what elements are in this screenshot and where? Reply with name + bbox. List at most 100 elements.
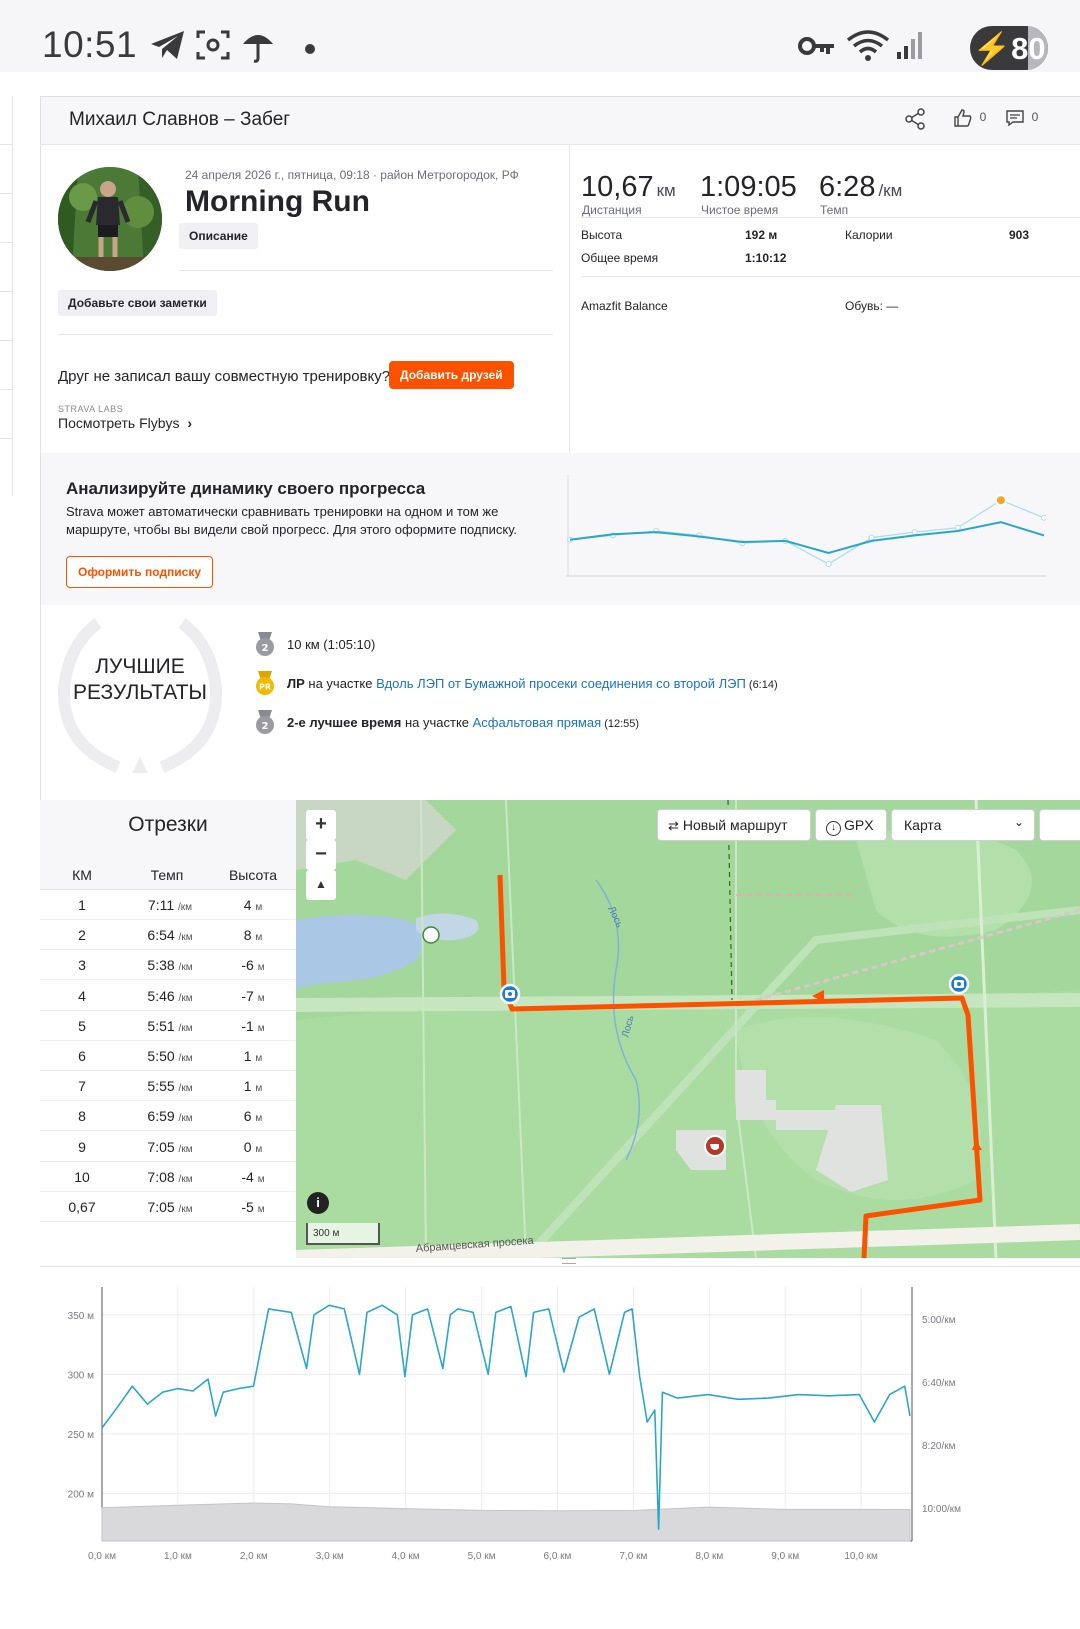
info-icon[interactable]: i xyxy=(307,1192,329,1214)
distance-label: Дистанция xyxy=(582,203,642,217)
moving-time-label: Чистое время xyxy=(701,203,779,217)
profile-chart-canvas: 0,0 км 1,0 км 2,0 км 3,0 км 4,0 км 5,0 км 6,0 … xyxy=(68,1287,961,1562)
pr-medal-icon: PR xyxy=(253,669,277,700)
split-row[interactable]: 6 5:50 /км 1 м xyxy=(40,1041,296,1071)
progress-upsell: Анализируйте динамику своего прогресса S… xyxy=(41,453,1080,605)
split-row[interactable]: 0,67 7:05 /км -5 м xyxy=(40,1192,296,1222)
new-route-button[interactable]: ⇄ Новый маршрут xyxy=(657,809,811,841)
split-elevation: -4 м xyxy=(241,1168,265,1185)
svg-text:2: 2 xyxy=(262,721,269,732)
compass-button[interactable]: ▲ xyxy=(306,870,336,900)
split-km: 4 xyxy=(78,987,86,1004)
map-type-select[interactable]: Карта ⌄ xyxy=(891,809,1035,841)
wifi-icon xyxy=(846,30,890,67)
split-row[interactable]: 10 7:08 /км -4 м xyxy=(40,1162,296,1192)
trend-highlight-point xyxy=(994,494,1007,507)
kudos-count: 0 xyxy=(979,110,987,125)
activity-title: Morning Run xyxy=(185,185,370,218)
svg-text:PR: PR xyxy=(259,683,271,692)
split-row[interactable]: 2 6:54 /км 8 м xyxy=(40,920,296,951)
photo-marker-icon[interactable] xyxy=(499,983,521,1005)
split-row[interactable]: 5 5:51 /км -1 м xyxy=(40,1011,296,1041)
split-elevation: 1 м xyxy=(243,1078,263,1095)
split-pace: 5:38 /км xyxy=(147,957,193,974)
screenshot-icon xyxy=(195,28,231,67)
comments-button[interactable]: 0 xyxy=(1005,108,1038,128)
trend-point xyxy=(825,561,832,567)
zoom-in-button[interactable]: + xyxy=(306,810,336,840)
subscribe-button[interactable]: Оформить подписку xyxy=(66,556,214,588)
split-row[interactable]: 3 5:38 /км -6 м xyxy=(40,950,296,981)
elapsed-time-label: Общее время xyxy=(581,251,659,265)
best-results-title: ЛУЧШИЕ РЕЗУЛЬТАТЫ xyxy=(72,655,208,704)
flybys-link[interactable]: Посмотреть Flybys › xyxy=(58,415,192,431)
elevation-pace-chart[interactable]: 0,0 км 1,0 км 2,0 км 3,0 км 4,0 км 5,0 км 6,0 … xyxy=(40,1258,1080,1629)
segment-link[interactable]: Вдоль ЛЭП от Бумажной просеки соединения… xyxy=(376,676,746,691)
y2-tick-label: 6:40/км xyxy=(922,1378,956,1389)
map-scale: 300 м xyxy=(306,1223,380,1245)
notification-dot-icon xyxy=(305,44,315,54)
x-tick-label: 5,0 км xyxy=(468,1551,496,1562)
col-pace: Темп xyxy=(150,867,184,883)
split-km: 9 xyxy=(78,1138,86,1155)
splits-panel: Отрезки КМ Темп Высота 1 7:11 /км 4 м 2 6:54… xyxy=(40,800,296,1258)
clock: 10:51 xyxy=(42,24,138,65)
chevron-down-icon: ⌄ xyxy=(1013,815,1024,829)
svg-text:2: 2 xyxy=(262,643,269,654)
vpn-key-icon xyxy=(798,34,836,63)
elevation-area xyxy=(101,1502,911,1542)
y-tick-label: 200 м xyxy=(68,1489,94,1500)
split-km: 3 xyxy=(78,957,86,974)
left-panel-edge xyxy=(0,96,13,496)
viewpoint-icon[interactable] xyxy=(422,926,440,944)
add-friends-button[interactable]: Добавить друзей xyxy=(389,361,514,389)
kudos-button[interactable]: 0 xyxy=(953,108,986,128)
split-pace: 5:46 /км xyxy=(147,987,193,1004)
route-map[interactable]: Лось Лось Абрамцевская просека + − ▲ ⇄ Но… xyxy=(296,800,1080,1258)
add-notes-chip[interactable]: Добавьте свои заметки xyxy=(58,290,217,316)
split-km: 6 xyxy=(78,1048,86,1064)
split-elevation: 0 м xyxy=(243,1138,263,1155)
segment-link[interactable]: Асфальтовая прямая xyxy=(473,715,602,730)
split-pace: 7:05 /км xyxy=(147,1138,193,1155)
trend-point xyxy=(868,534,875,541)
photo-marker-icon[interactable] xyxy=(948,973,970,995)
gpx-button[interactable]: ↓ GPX xyxy=(815,809,887,841)
split-km: 8 xyxy=(78,1108,86,1125)
split-pace: 7:11 /км xyxy=(147,897,193,913)
trend-line xyxy=(569,521,1045,555)
split-row[interactable]: 7 5:55 /км 1 м xyxy=(40,1071,296,1102)
trend-point xyxy=(1041,514,1046,521)
achievement-item: 2 2-е лучшее время на участке Асфальтова… xyxy=(253,708,639,739)
split-row[interactable]: 9 7:05 /км 0 м xyxy=(40,1132,296,1162)
cafe-poi-icon[interactable] xyxy=(704,1135,726,1157)
x-tick-label: 2,0 км xyxy=(240,1551,268,1562)
split-elevation: -7 м xyxy=(241,987,265,1004)
thumbs-up-icon xyxy=(954,109,972,127)
y-tick-label: 300 м xyxy=(68,1370,94,1381)
zoom-out-button[interactable]: − xyxy=(306,840,336,870)
y-tick-label: 350 м xyxy=(68,1311,94,1322)
split-pace: 6:59 /км xyxy=(147,1108,193,1125)
drag-handle-icon[interactable] xyxy=(562,1258,576,1264)
split-row[interactable]: 4 5:46 /км -7 м xyxy=(40,981,296,1011)
y2-tick-label: 8:20/км xyxy=(922,1441,956,1452)
upsell-title: Анализируйте динамику своего прогресса xyxy=(66,479,426,498)
card-header: Михаил Славнов – Забег 0 0 xyxy=(41,97,1080,145)
distance-stat: 10,67 км xyxy=(581,171,676,203)
split-elevation: -6 м xyxy=(241,957,265,974)
elevation-value: 192 м xyxy=(745,228,778,242)
avatar[interactable] xyxy=(58,167,162,271)
chevron-right-icon: › xyxy=(187,415,193,431)
split-km: 0,67 xyxy=(68,1199,96,1215)
cell-signal-icon xyxy=(896,30,924,65)
split-elevation: 1 м xyxy=(243,1048,263,1064)
split-km: 7 xyxy=(78,1078,86,1095)
split-row[interactable]: 8 6:59 /км 6 м xyxy=(40,1101,296,1132)
fullscreen-button[interactable] xyxy=(1039,809,1080,841)
description-chip[interactable]: Описание xyxy=(179,223,258,249)
device-name: Amazfit Balance xyxy=(581,299,668,313)
share-icon[interactable] xyxy=(903,107,927,134)
flybys-link-label: Посмотреть Flybys xyxy=(58,415,180,431)
split-row[interactable]: 1 7:11 /км 4 м xyxy=(40,890,296,920)
